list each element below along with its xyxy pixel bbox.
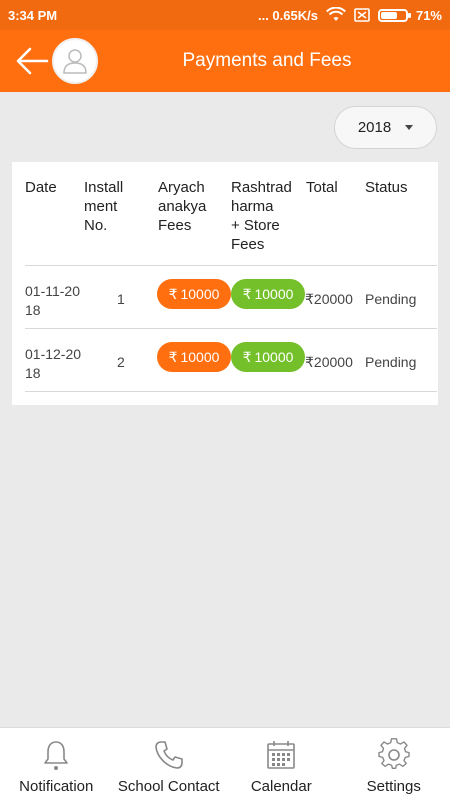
bell-icon: [44, 741, 69, 770]
header-installment: Install ment No.: [84, 179, 124, 234]
header-fee1: Aryach anakya Fees: [158, 179, 207, 234]
row-date: 01-12-20 18: [25, 346, 82, 381]
fees-table: Date Install ment No. Aryach anakya Fees…: [12, 162, 438, 405]
year-value: 2018: [357, 119, 392, 136]
header-status: Status: [365, 179, 408, 196]
status-bar: 3:34 PM ... 0.65K/s 71%: [0, 0, 450, 30]
fee2-pill[interactable]: ₹10000: [231, 342, 305, 372]
status-time: 3:34 PM: [8, 7, 58, 23]
no-sim-icon: [354, 8, 370, 22]
row-date: 01-11-20 18: [25, 283, 81, 318]
fee2-pill[interactable]: ₹10000: [231, 279, 305, 309]
divider: [25, 328, 437, 329]
fee1-pill[interactable]: ₹10000: [157, 342, 231, 372]
fee1-pill[interactable]: ₹10000: [157, 279, 231, 309]
app-bar: Payments and Fees: [0, 30, 450, 92]
divider: [25, 265, 437, 266]
header-date: Date: [25, 179, 57, 196]
network-speed: ... 0.65K/s: [257, 7, 318, 23]
battery-percent: 71%: [415, 7, 442, 23]
phone-icon: [154, 741, 183, 769]
row-installment-no: 2: [117, 354, 125, 370]
nav-settings[interactable]: Settings: [338, 728, 450, 800]
nav-label: Calendar: [250, 778, 312, 795]
nav-label: Settings: [366, 778, 421, 795]
page-title: Payments and Fees: [182, 50, 352, 71]
header-fee2: Rashtrad harma + Store Fees: [231, 179, 292, 253]
row-status: Pending: [365, 354, 417, 370]
row-total: ₹20000: [305, 354, 353, 370]
nav-label: Notification: [19, 778, 94, 795]
nav-school-contact[interactable]: School Contact: [113, 728, 226, 800]
wifi-icon: [326, 7, 346, 21]
header-total: Total: [306, 179, 338, 196]
bottom-nav: Notification School Contact Calendar Set…: [0, 727, 450, 800]
nav-label: School Contact: [117, 778, 220, 795]
calendar-icon: [267, 741, 296, 769]
gear-icon: [378, 738, 410, 769]
nav-calendar[interactable]: Calendar: [225, 728, 338, 800]
divider: [25, 391, 437, 392]
year-dropdown[interactable]: 2018: [334, 106, 437, 149]
nav-notification[interactable]: Notification: [0, 728, 113, 800]
row-installment-no: 1: [117, 291, 125, 307]
battery-icon: [377, 8, 411, 22]
caret-down-icon: [405, 125, 414, 130]
row-status: Pending: [365, 291, 417, 307]
row-total: ₹20000: [305, 291, 353, 307]
